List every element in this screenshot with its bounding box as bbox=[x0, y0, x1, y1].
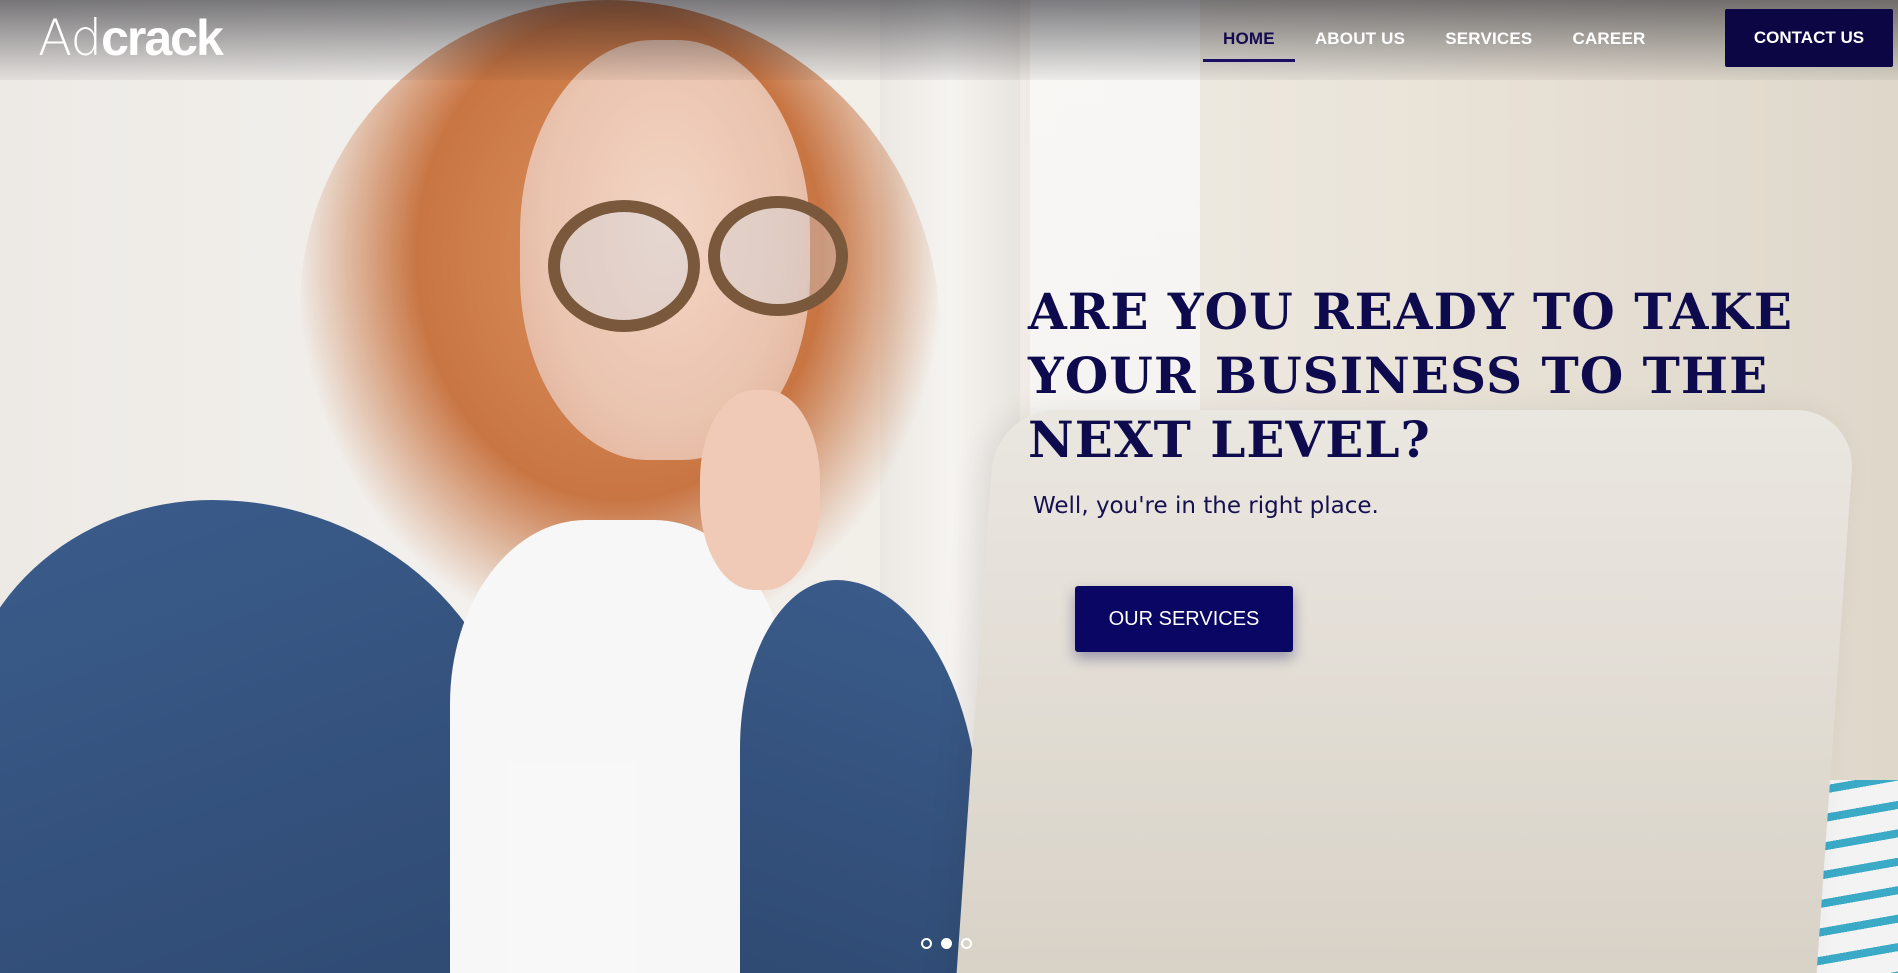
main-nav: HOME ABOUT US SERVICES CAREER bbox=[1203, 20, 1665, 62]
hero-overlay bbox=[0, 0, 1898, 973]
nav-career[interactable]: CAREER bbox=[1552, 20, 1665, 62]
carousel-dot-2[interactable] bbox=[941, 938, 952, 949]
our-services-button[interactable]: OUR SERVICES bbox=[1075, 586, 1293, 652]
nav-services[interactable]: SERVICES bbox=[1425, 20, 1552, 62]
contact-us-button[interactable]: CONTACT US bbox=[1725, 9, 1893, 67]
carousel-dot-1[interactable] bbox=[921, 938, 932, 949]
nav-home[interactable]: HOME bbox=[1203, 20, 1295, 62]
hero-section: Ad crack HOME ABOUT US SERVICES CAREER CO… bbox=[0, 0, 1898, 973]
hero-subline: Well, you're in the right place. bbox=[1033, 493, 1379, 519]
hero-headline: Are you ready to take your business to t… bbox=[1028, 282, 1794, 469]
logo-text-ad: Ad bbox=[38, 9, 102, 67]
nav-about-us[interactable]: ABOUT US bbox=[1295, 20, 1425, 62]
logo-text-crack: crack bbox=[101, 10, 224, 66]
carousel-dot-3[interactable] bbox=[961, 938, 972, 949]
adcrack-logo[interactable]: Ad crack bbox=[38, 9, 224, 67]
carousel-indicators bbox=[921, 938, 972, 949]
